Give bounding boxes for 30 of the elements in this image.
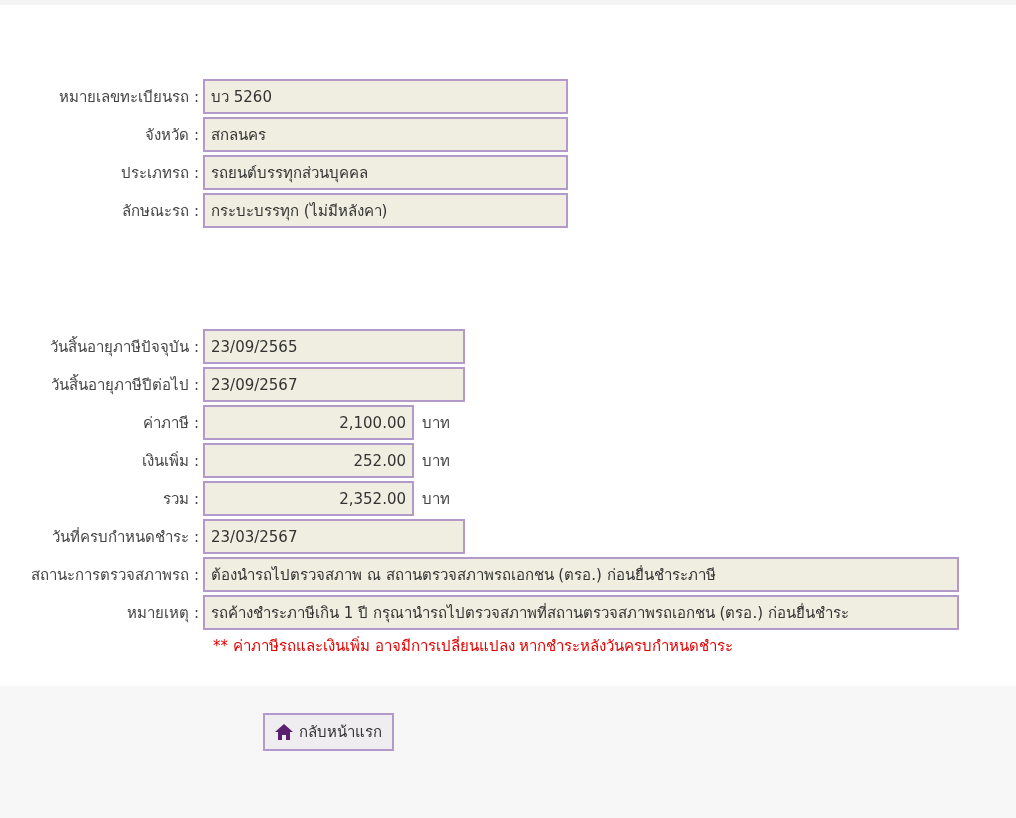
readonly-field[interactable]: 2,100.00 (203, 405, 414, 441)
field-label: ลักษณะรถ : (122, 201, 199, 220)
readonly-field[interactable]: รถค้างชำระภาษีเกิน 1 ปี กรุณานำรถไปตรวจสภาพที่สถานตรวจสภาพรถเอกชน (ตรอ.) ก่อนยื่นชำระ (203, 595, 959, 631)
readonly-field[interactable]: 252.00 (203, 443, 414, 479)
home-icon (275, 723, 293, 740)
unit-label: บาท (422, 412, 450, 434)
field-label: รวม : (163, 489, 199, 508)
field-label: วันที่ครบกำหนดชำระ : (52, 527, 199, 546)
field-label: วันสิ้นอายุภาษีปีต่อไป : (51, 375, 199, 394)
readonly-field[interactable]: ต้องนำรถไปตรวจสภาพ ณ สถานตรวจสภาพรถเอกชน (ตรอ.) ก่อนยื่นชำระภาษี (203, 557, 959, 593)
field-label: หมายเลขทะเบียนรถ : (59, 87, 199, 106)
readonly-field[interactable]: 23/09/2565 (203, 329, 465, 365)
readonly-field[interactable]: บว 5260 (203, 79, 568, 115)
readonly-field[interactable]: สกลนคร (203, 117, 568, 153)
field-label: วันสิ้นอายุภาษีปัจจุบัน : (50, 337, 199, 356)
readonly-field[interactable]: กระบะบรรทุก (ไม่มีหลังคา) (203, 193, 568, 229)
readonly-field[interactable]: รถยนต์บรรทุกส่วนบุคคล (203, 155, 568, 191)
field-label: ค่าภาษี : (143, 413, 199, 432)
home-button[interactable]: กลับหน้าแรก (263, 712, 394, 751)
field-label: จังหวัด : (145, 125, 199, 144)
field-label: เงินเพิ่ม : (142, 451, 199, 470)
readonly-field[interactable]: 2,352.00 (203, 481, 414, 517)
warning-text: ** ค่าภาษีรถและเงินเพิ่ม อาจมีการเปลี่ยนแปลง หากชำระหลังวันครบกำหนดชำระ (213, 636, 734, 655)
field-label: หมายเหตุ : (127, 603, 199, 622)
unit-label: บาท (422, 450, 450, 472)
readonly-field[interactable]: 23/09/2567 (203, 367, 465, 403)
unit-label: บาท (422, 488, 450, 510)
field-label: สถานะการตรวจสภาพรถ : (31, 565, 199, 584)
field-label: ประเภทรถ : (121, 163, 199, 182)
readonly-field[interactable]: 23/03/2567 (203, 519, 465, 555)
